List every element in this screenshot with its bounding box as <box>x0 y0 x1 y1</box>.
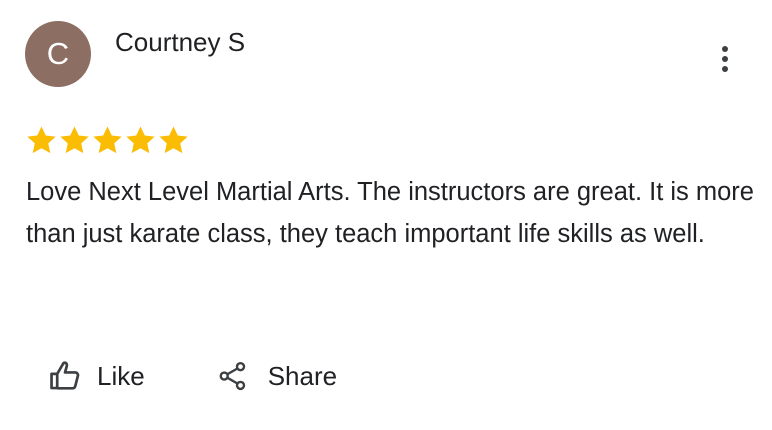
more-options-button[interactable] <box>704 38 746 80</box>
star-icon <box>159 125 188 153</box>
review-card: C Courtney S Love Next Level Martial Art… <box>0 0 772 430</box>
review-actions: Like Share <box>48 352 337 400</box>
star-icon <box>60 125 89 153</box>
like-button[interactable]: Like <box>48 352 145 400</box>
like-label: Like <box>97 360 145 391</box>
star-icon <box>93 125 122 153</box>
share-button[interactable]: Share <box>218 352 337 400</box>
share-label: Share <box>267 360 338 391</box>
star-icon <box>126 125 155 153</box>
avatar[interactable]: C <box>25 21 91 87</box>
review-text: Love Next Level Martial Arts. The instru… <box>26 178 754 248</box>
star-rating <box>25 123 190 157</box>
avatar-initial: C <box>46 36 70 71</box>
thumbs-up-icon <box>48 359 82 393</box>
more-vert-icon <box>722 46 728 72</box>
star-icon <box>27 125 56 153</box>
author-name[interactable]: Courtney S <box>115 24 245 60</box>
share-icon <box>218 360 248 392</box>
